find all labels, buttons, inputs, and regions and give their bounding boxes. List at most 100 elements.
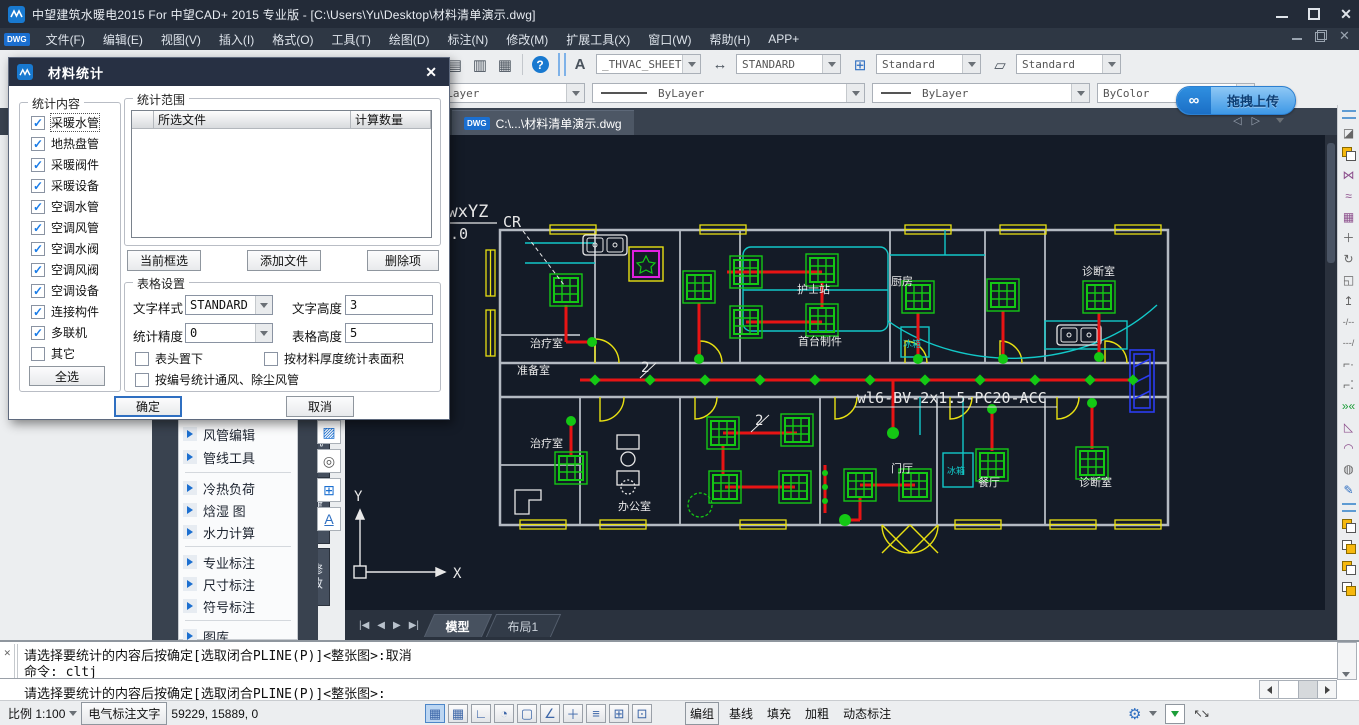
fillet-icon[interactable]: ◠ [1339, 437, 1359, 458]
menu-express[interactable]: 扩展工具(X) [558, 29, 638, 50]
menu-item-chicun-biaozhu[interactable]: 尺寸标注 [183, 574, 293, 594]
cancel-button[interactable]: 取消 [286, 396, 354, 417]
trim-icon[interactable]: -/-- [1339, 311, 1359, 332]
toggle-dynamic-dim[interactable]: 动态标注 [839, 703, 895, 724]
delete-item-button[interactable]: 删除项 [367, 250, 439, 271]
polar-toggle-icon[interactable]: ◔ [494, 704, 514, 723]
toggle-baseline[interactable]: 基线 [725, 703, 757, 724]
linetype-combo[interactable]: ByLayer [592, 83, 865, 103]
osnap-toggle-icon[interactable]: ▢ [517, 704, 537, 723]
menu-item-zhuanye-biaozhu[interactable]: 专业标注 [183, 552, 293, 572]
checkbox-qita[interactable]: 其它 [31, 345, 75, 362]
file-list[interactable]: 所选文件 计算数量 [131, 110, 432, 238]
status-dropdown-button[interactable] [1165, 704, 1185, 724]
command-splitter[interactable] [14, 644, 18, 678]
annotation-style-button[interactable]: 电气标注文字 [81, 702, 167, 725]
scroll-right-icon[interactable] [1318, 681, 1336, 698]
toggle-fill[interactable]: 填充 [763, 703, 795, 724]
menu-format[interactable]: 格式(O) [264, 29, 321, 50]
checkbox-cainuan-shuiguan[interactable]: ✓ 采暖水管 [31, 114, 99, 131]
tab-scroll-left-icon[interactable]: ◁ [1233, 114, 1241, 127]
help-icon[interactable]: ? [528, 53, 552, 76]
draworder-back-icon[interactable] [1339, 536, 1359, 557]
lineweight-combo[interactable]: ByLayer [872, 83, 1090, 103]
command-vertical-scrollbar[interactable] [1337, 642, 1357, 680]
erase-icon[interactable]: ◪ [1339, 122, 1359, 143]
text-style-icon[interactable]: A [568, 53, 592, 76]
toolbar-grip[interactable] [1342, 503, 1356, 512]
match-properties-icon[interactable]: ✎ [1339, 479, 1359, 500]
lineweight-toggle-icon[interactable]: ≡ [586, 704, 606, 723]
text-style-combo[interactable]: _THVAC_SHEET [596, 54, 701, 74]
tab-list-icon[interactable] [1276, 118, 1284, 123]
current-selection-button[interactable]: 当前框选 [127, 250, 201, 271]
checkbox-kongtiao-shuifa[interactable]: ✓ 空调水阀 [31, 240, 99, 257]
otrack-toggle-icon[interactable]: ∠ [540, 704, 560, 723]
menu-item-fengguan-bianji[interactable]: 风管编辑 [183, 424, 293, 444]
dyn-input-toggle-icon[interactable]: ⊡ [632, 704, 652, 723]
checkbox-kongtiao-fengfa[interactable]: ✓ 空调风阀 [31, 261, 99, 278]
add-file-button[interactable]: 添加文件 [247, 250, 321, 271]
dialog-title-bar[interactable]: 材料统计 ✕ [9, 58, 449, 86]
file-list-col-file[interactable]: 所选文件 [154, 111, 351, 129]
menu-item-shuili-jisuan[interactable]: 水力计算 [183, 522, 293, 542]
checkbox-kongtiao-shebei[interactable]: ✓ 空调设备 [31, 282, 99, 299]
toolbar-grip[interactable] [1342, 110, 1356, 119]
menu-file[interactable]: 文件(F) [38, 29, 93, 50]
tab-scroll-right-icon[interactable]: ▷ [1252, 114, 1260, 127]
tab-layout1[interactable]: 布局1 [486, 614, 561, 637]
quick-props-toggle-icon[interactable]: ⊞ [609, 704, 629, 723]
menu-item-hanshi-tu[interactable]: 焓湿 图 [183, 500, 293, 520]
doc-restore-button[interactable] [1315, 30, 1327, 42]
drag-upload-button[interactable]: ∞ 拖拽上传 [1176, 86, 1296, 115]
precision-select[interactable]: 0 [185, 323, 273, 343]
checkbox-dire-panguan[interactable]: ✓ 地热盘管 [31, 135, 99, 152]
drawing-vertical-scrollbar[interactable] [1325, 135, 1337, 610]
grid-toggle-icon[interactable]: ▦ [425, 704, 445, 723]
command-horizontal-scrollbar[interactable] [1259, 680, 1337, 699]
move-icon[interactable]: ＋ [1339, 227, 1359, 248]
text-height-input[interactable] [345, 295, 433, 315]
explode-icon[interactable]: ◍ [1339, 458, 1359, 479]
menu-insert[interactable]: 插入(I) [211, 29, 262, 50]
draworder-front-icon[interactable] [1339, 515, 1359, 536]
menu-window[interactable]: 窗口(W) [640, 29, 699, 50]
doc-minimize-button[interactable] [1291, 30, 1303, 42]
layout-first-icon[interactable]: |◀ [359, 620, 369, 631]
mleader-style-icon[interactable]: ▱ [988, 53, 1012, 76]
stretch-icon[interactable]: ↥ [1339, 290, 1359, 311]
menu-draw[interactable]: 绘图(D) [381, 29, 438, 50]
menu-item-fuhao-biaozhu[interactable]: 符号标注 [183, 596, 293, 616]
file-list-col-blank[interactable] [132, 111, 154, 129]
checkbox-kongtiao-fengguan[interactable]: ✓ 空调风管 [31, 219, 99, 236]
draworder-below-icon[interactable] [1339, 578, 1359, 599]
menu-help[interactable]: 帮助(H) [702, 29, 759, 50]
chamfer-icon[interactable]: ◺ [1339, 416, 1359, 437]
fullscreen-icon[interactable]: ↖↘ [1193, 707, 1207, 720]
select-all-button[interactable]: 全选 [29, 366, 105, 386]
copy-icon[interactable] [1339, 143, 1359, 164]
text-style-select[interactable]: STANDARD [185, 295, 273, 315]
command-window[interactable]: ✕ 请选择要统计的内容后按确定[选取闭合PLINE(P)]<整张图>:取消 命令… [0, 640, 1359, 702]
snap-toggle-icon[interactable]: ▦ [448, 704, 468, 723]
checkbox-thickness-area[interactable]: 按材料厚度统计表面积 [264, 350, 404, 367]
checkbox-number-duct[interactable]: 按编号统计通风、除尘风管 [135, 371, 299, 388]
file-tab-active[interactable]: DWG C:\...\材料清单演示.dwg [452, 110, 634, 136]
menu-view[interactable]: 视图(V) [153, 29, 209, 50]
checkbox-cainuan-fajian[interactable]: ✓ 采暖阀件 [31, 156, 99, 173]
scale-label[interactable]: 比例 1:100 [8, 705, 65, 722]
menu-item-lengre-fuhe[interactable]: 冷热负荷 [183, 478, 293, 498]
close-button[interactable]: ✕ [1339, 7, 1353, 21]
ok-button[interactable]: 确定 [114, 396, 182, 417]
maximize-button[interactable] [1307, 7, 1321, 21]
table-height-input[interactable] [345, 323, 433, 343]
layout-next-icon[interactable]: ▶ [393, 620, 401, 631]
command-close-icon[interactable]: ✕ [4, 646, 11, 659]
dwg-menu-icon[interactable]: DWG [4, 33, 30, 46]
table-tool-icon[interactable]: ⊞ [317, 478, 341, 502]
file-list-col-qty[interactable]: 计算数量 [351, 111, 431, 129]
menu-edit[interactable]: 编辑(E) [95, 29, 151, 50]
rotate-icon[interactable]: ↻ [1339, 248, 1359, 269]
draworder-above-icon[interactable] [1339, 557, 1359, 578]
break-at-point-icon[interactable]: ⌐· [1339, 353, 1359, 374]
